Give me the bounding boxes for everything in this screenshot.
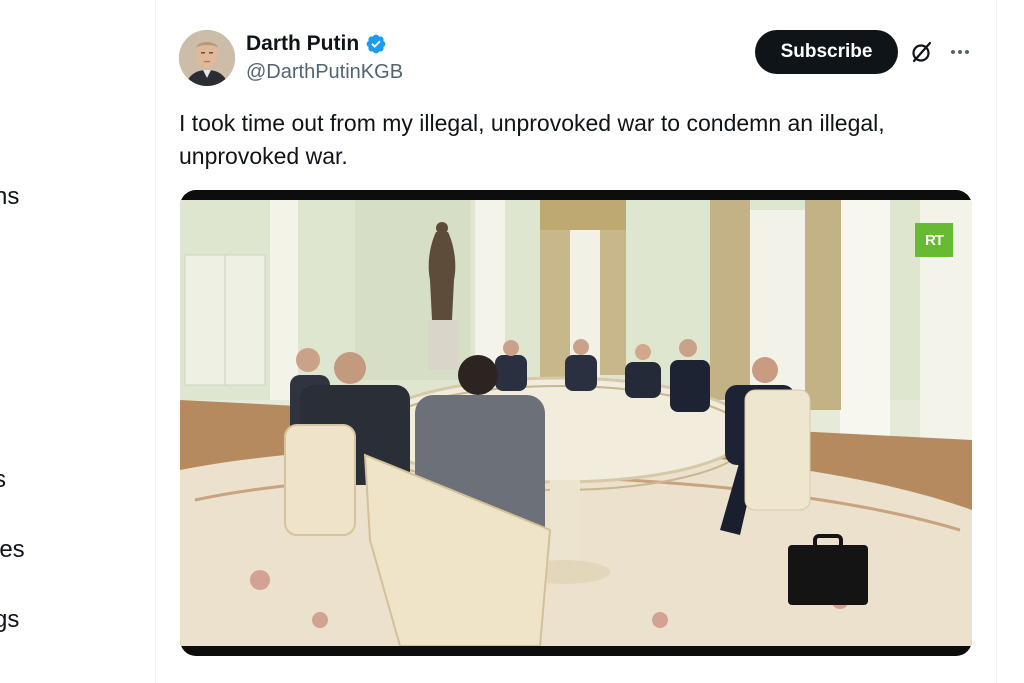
more-icon[interactable] [946,40,974,64]
subscribe-button[interactable]: Subscribe [755,30,898,74]
media-image [180,200,972,646]
avatar[interactable] [179,30,235,86]
tweet-text: I took time out from my illegal, unprovo… [179,110,885,169]
author-handle[interactable]: @DarthPutinKGB [246,61,403,84]
avatar-image [179,30,235,86]
grok-icon[interactable] [910,40,934,64]
verified-badge-icon[interactable] [365,33,387,55]
nav-item-lists[interactable]: s [0,466,6,494]
tweet-media[interactable]: RT [180,190,972,656]
column-divider-right [996,0,997,683]
left-navigation: ns s ies gs [0,0,155,683]
nav-item-notifications[interactable]: ns [0,183,19,211]
nav-item-communities[interactable]: ies [0,536,25,564]
author-display-name[interactable]: Darth Putin [246,32,359,56]
tweet[interactable]: Darth Putin @DarthPutinKGB Subscribe I t… [156,0,996,683]
rt-watermark: RT [915,223,953,257]
page: ns s ies gs Darth Putin [0,0,1024,683]
author-name-row: Darth Putin [246,32,387,56]
nav-item-settings[interactable]: gs [0,606,19,634]
